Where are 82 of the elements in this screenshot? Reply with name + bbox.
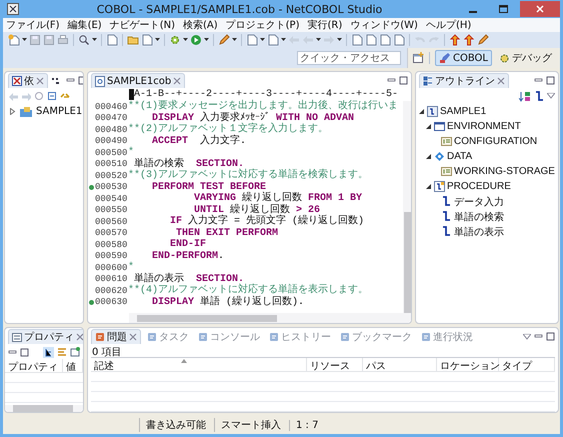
code-line: **(4)アルファベットに対応する単語を表示します。 [128, 285, 368, 296]
code-line: END-IF [169, 239, 206, 250]
menu-item[interactable]: 実行(R) [307, 18, 342, 32]
tree-item[interactable]: 単語の検索 [432, 209, 556, 224]
tree-label[interactable]: 単語の表示 [454, 224, 504, 238]
code-line: **(2)アルファベット１文字を入力します。 [128, 124, 328, 135]
window-title: COBOL - SAMPLE1/SAMPLE1.cob - NetCOBOL Studio [96, 2, 384, 16]
line-number: 000630 [95, 297, 128, 308]
code-line: 単語の表示 SECTION. [133, 274, 244, 284]
column-header[interactable]: プロパティ [5, 359, 63, 373]
code-line: DISPLAY 単語 (繰り返し回数). [151, 296, 304, 308]
tree-item[interactable]: 単語の表示 [432, 224, 556, 239]
status-field: 書き込み可能 [139, 418, 214, 432]
code-line: THEN EXIT PERFORM [175, 228, 278, 239]
menu-item[interactable]: プロジェクト(P) [226, 18, 300, 32]
tree-label[interactable]: DATA [447, 151, 472, 162]
code-line: ACCEPT 入力文字. [151, 136, 246, 147]
column-header[interactable]: タイプ [499, 358, 555, 372]
menu-item[interactable]: 編集(E) [68, 18, 102, 32]
line-number: 000480 [95, 124, 128, 135]
code-line: END-PERFORM. [151, 250, 224, 262]
item-count: 0 項目 [91, 346, 123, 357]
line-number: 000590 [95, 251, 128, 262]
line-number: 000460 [95, 102, 128, 112]
tree-label[interactable]: 単語の検索 [454, 210, 504, 224]
menu-item[interactable]: ナビゲート(N) [110, 18, 175, 32]
quick-access-field[interactable]: クイック・アクセス [297, 51, 402, 65]
code-line: * [128, 147, 134, 158]
tree-item[interactable]: データ入力 [432, 194, 556, 209]
tree-item[interactable]: ENVIRONMENT [425, 119, 556, 134]
column-header[interactable]: ロケーション [437, 358, 499, 372]
tree-label[interactable]: PROCEDURE [447, 181, 511, 192]
line-number: 000530 [95, 182, 128, 192]
tree-label[interactable]: データ入力 [454, 194, 504, 208]
line-number: 000620 [95, 286, 128, 296]
column-header[interactable]: パス [363, 358, 437, 372]
code-line: * [128, 262, 134, 273]
menu-item[interactable]: 検索(A) [182, 18, 218, 32]
view-tab[interactable]: 依 [8, 73, 48, 88]
column-header[interactable]: 記述 [91, 358, 307, 372]
status-field: 1 : 7 [289, 420, 326, 430]
tree-item[interactable]: WORKING-STORAGE [432, 164, 556, 179]
line-number: 000550 [95, 205, 128, 216]
code-line: UNTIL 繰り返し回数 > 26 [194, 204, 320, 216]
tree-item[interactable]: DATA [425, 149, 556, 164]
code-line: VARYING 繰り返し回数 FROM 1 BY [193, 193, 362, 204]
status-field: スマート挿入 [214, 418, 289, 432]
view-tab[interactable]: プロパティ [8, 329, 83, 344]
menu-item[interactable]: ウィンドウ(W) [350, 18, 418, 32]
line-number: 000580 [95, 240, 128, 250]
line-number: 000610 [95, 274, 128, 284]
line-number: 000500 [95, 148, 128, 158]
line-number: 000490 [95, 136, 128, 146]
code-line: DISPLAY 入力要求ﾒｯｾｰｼﾞ WITH NO ADVAN [151, 112, 354, 124]
line-number: 000520 [95, 170, 128, 181]
tree-label[interactable]: CONFIGURATION [454, 136, 538, 147]
menu-item[interactable]: ファイル(F) [6, 18, 60, 32]
view-tab[interactable]: 問題 [91, 329, 141, 344]
tree-item[interactable]: CONFIGURATION [432, 134, 556, 149]
code-line: 単語の検索 SECTION. [133, 158, 244, 170]
column-header[interactable]: 値 [63, 359, 83, 373]
tree-label[interactable]: ENVIRONMENT [447, 121, 521, 132]
tree-label[interactable]: SAMPLE1 [440, 106, 486, 117]
perspective-button[interactable]: デバッグ [495, 50, 556, 66]
tree-item[interactable]: SAMPLE1 [418, 104, 556, 119]
code-line: **(3)アルファベットに対応する単語を検索します。 [128, 170, 368, 182]
line-number: 000510 [95, 159, 128, 170]
perspective-button[interactable]: COBOL [435, 50, 492, 66]
column-header[interactable]: リソース [307, 358, 363, 372]
menu-item[interactable]: ヘルプ(H) [426, 18, 472, 32]
column-ruler: A-1-B--+----2----+----3----+----4----+----5- [134, 89, 398, 100]
view-tab[interactable]: アウトライン [419, 73, 509, 88]
editor-tab[interactable]: SAMPLE1cob [91, 73, 186, 88]
line-number: 000560 [95, 216, 128, 227]
line-number: 000470 [95, 113, 128, 124]
line-number: 000600 [95, 262, 128, 273]
line-number: 000540 [95, 194, 128, 204]
tree-item[interactable]: PROCEDURE [425, 179, 556, 194]
tree-label[interactable]: WORKING-STORAGE [454, 166, 555, 177]
line-number: 000570 [95, 228, 128, 238]
code-line: PERFORM TEST BEFORE [151, 182, 266, 192]
code-line: **(1)要求メッセージを出力します。出力後、改行は行いま [128, 101, 398, 112]
